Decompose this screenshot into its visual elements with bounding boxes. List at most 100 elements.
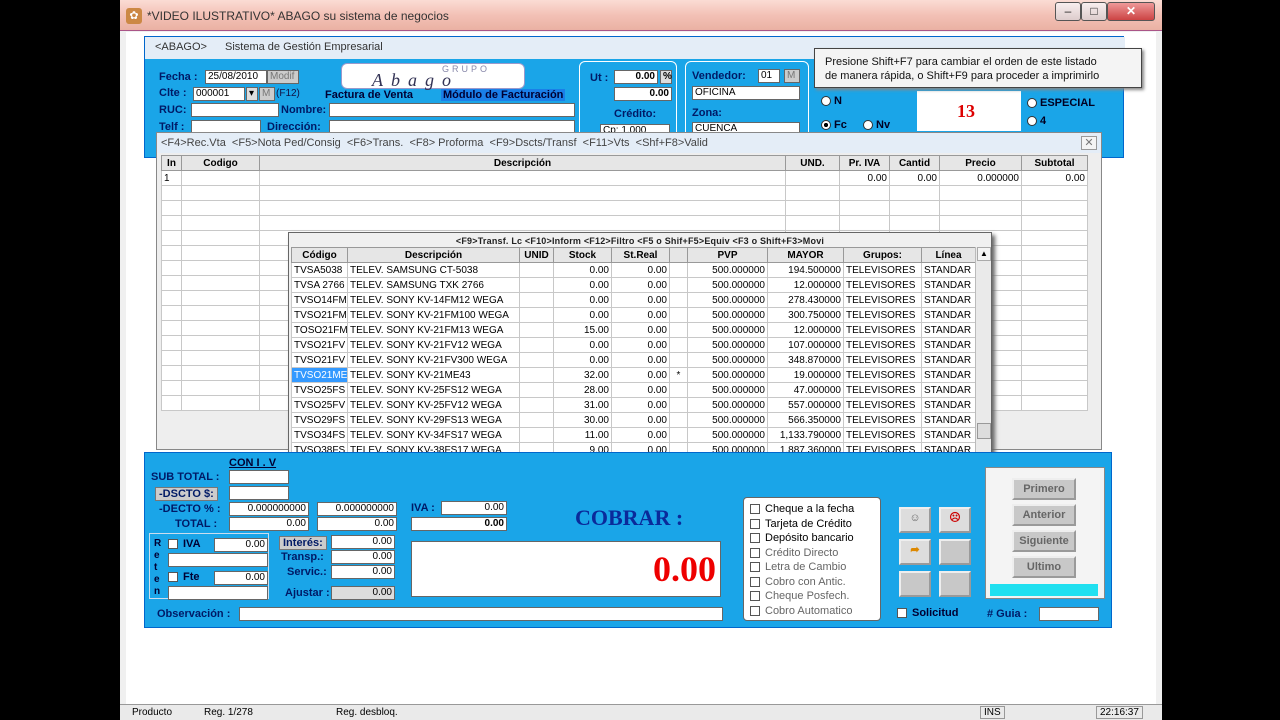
product-cell[interactable]: TVSO29FS [291,412,348,428]
product-col-header[interactable]: Código [291,247,348,263]
product-col-header[interactable]: St.Real [611,247,670,263]
product-row[interactable]: TVSO29FS TELEV. SONY KV-29FS13 WEGA 30.00 0… [291,412,976,428]
product-cell[interactable]: 0.00 [553,292,612,308]
blank-tool-icon[interactable] [939,539,971,565]
product-col-header[interactable]: PVP [687,247,768,263]
product-cell[interactable]: 500.000000 [687,277,768,293]
product-cell[interactable]: 348.870000 [767,352,844,368]
product-cell[interactable]: TELEV. SONY KV-21FM13 WEGA [347,322,520,338]
product-row[interactable]: TVSO21FV TELEV. SONY KV-21FV12 WEGA 0.00 0.… [291,337,976,353]
ret-fte-detail-field[interactable] [168,586,268,600]
detail-cell[interactable] [1021,260,1088,276]
product-cell[interactable]: 300.750000 [767,307,844,323]
detail-cell[interactable]: 0.00 [839,170,890,186]
detail-cell[interactable] [889,185,940,201]
product-cell[interactable]: 0.00 [553,262,612,278]
detail-cell[interactable] [889,215,940,231]
clte-m-button[interactable]: M [259,87,275,101]
detail-cell[interactable] [889,200,940,216]
detail-cell[interactable]: 0.00 [1021,170,1088,186]
product-cell[interactable]: TELEVISORES [843,337,922,353]
detail-cell[interactable] [181,260,260,276]
product-cell[interactable]: TELEVISORES [843,292,922,308]
detail-cell[interactable] [181,245,260,261]
product-cell[interactable]: TELEV. SAMSUNG CT-5038 [347,262,520,278]
product-cell[interactable]: TVSA5038 [291,262,348,278]
detail-col-header[interactable]: Pr. IVA [839,155,890,171]
close-button[interactable]: ✕ [1107,2,1155,21]
payment-option[interactable]: Cobro Automatico [750,604,874,619]
detail-cell[interactable] [259,200,786,216]
clte-dropdown-icon[interactable]: ▾ [246,87,258,101]
detail-cell[interactable]: 1 [161,170,182,186]
decto-field[interactable]: 0.000000000 [229,502,309,516]
guia-field[interactable] [1039,607,1099,621]
radio-n[interactable]: N [821,95,842,107]
product-cell[interactable]: 566.350000 [767,412,844,428]
product-cell[interactable]: TVSO21FM [291,307,348,323]
product-cell[interactable]: STANDAR [921,367,976,383]
detail-row[interactable] [161,185,1088,201]
ruc-field[interactable] [191,103,279,117]
fecha-field[interactable]: 25/08/2010 [205,70,267,84]
product-cell[interactable] [519,382,554,398]
detail-col-header[interactable]: Subtotal [1021,155,1088,171]
product-cell[interactable] [519,292,554,308]
ut2-field[interactable]: 0.00 [614,87,672,101]
detail-cell[interactable] [161,320,182,336]
total-field[interactable]: 0.00 [229,517,309,531]
product-cell[interactable]: 0.00 [611,307,670,323]
detail-cell[interactable] [939,185,1022,201]
product-cell[interactable]: 19.000000 [767,367,844,383]
product-cell[interactable] [519,322,554,338]
product-cell[interactable]: TELEV. SAMSUNG TXK 2766 [347,277,520,293]
product-cell[interactable] [669,337,688,353]
detail-cell[interactable]: 0.000000 [939,170,1022,186]
detail-cell[interactable] [1021,380,1088,396]
product-cell[interactable]: 500.000000 [687,337,768,353]
product-cell[interactable] [669,292,688,308]
product-col-header[interactable]: UNID [519,247,554,263]
product-cell[interactable] [519,262,554,278]
product-cell[interactable]: TELEVISORES [843,307,922,323]
detail-cell[interactable] [161,260,182,276]
product-cell[interactable] [519,277,554,293]
product-cell[interactable]: TOSO21FM [291,322,348,338]
product-cell[interactable]: TELEV. SONY KV-21FM100 WEGA [347,307,520,323]
product-cell[interactable] [669,322,688,338]
ret-fte-check[interactable]: Fte [168,571,200,583]
detail-cell[interactable] [161,335,182,351]
detail-cell[interactable] [1021,230,1088,246]
product-cell[interactable]: STANDAR [921,412,976,428]
maximize-button[interactable]: □ [1081,2,1107,21]
product-col-header[interactable]: Descripción [347,247,520,263]
ut-field[interactable]: 0.00 [614,70,658,84]
detail-col-header[interactable]: Cantid [889,155,940,171]
product-cell[interactable]: 0.00 [553,307,612,323]
product-cell[interactable] [519,367,554,383]
product-cell[interactable]: 0.00 [611,337,670,353]
product-cell[interactable]: TVSO25FV [291,397,348,413]
product-cell[interactable] [519,412,554,428]
product-cell[interactable] [669,352,688,368]
product-col-header[interactable]: Grupos: [843,247,922,263]
product-cell[interactable]: TVSA 2766 [291,277,348,293]
nombre-field[interactable] [329,103,575,117]
product-cell[interactable]: TELEV. SONY KV-25FS12 WEGA [347,382,520,398]
blank-tool-icon-3[interactable] [939,571,971,597]
scroll-thumb[interactable] [977,423,991,439]
product-cell[interactable]: STANDAR [921,382,976,398]
servic-field[interactable]: 0.00 [331,565,395,579]
product-cell[interactable]: 557.000000 [767,397,844,413]
product-cell[interactable]: TVSO21FV [291,352,348,368]
product-cell[interactable]: TELEVISORES [843,412,922,428]
detail-cell[interactable] [1021,200,1088,216]
product-cell[interactable]: STANDAR [921,307,976,323]
vendedor-field[interactable]: 01 [758,69,780,83]
detail-col-header[interactable]: In [161,155,182,171]
product-cell[interactable]: 28.00 [553,382,612,398]
radio-especial[interactable]: ESPECIAL [1027,97,1095,109]
product-cell[interactable]: TVSO25FS [291,382,348,398]
payment-option[interactable]: Cheque Posfech. [750,589,874,604]
detail-cell[interactable] [181,365,260,381]
